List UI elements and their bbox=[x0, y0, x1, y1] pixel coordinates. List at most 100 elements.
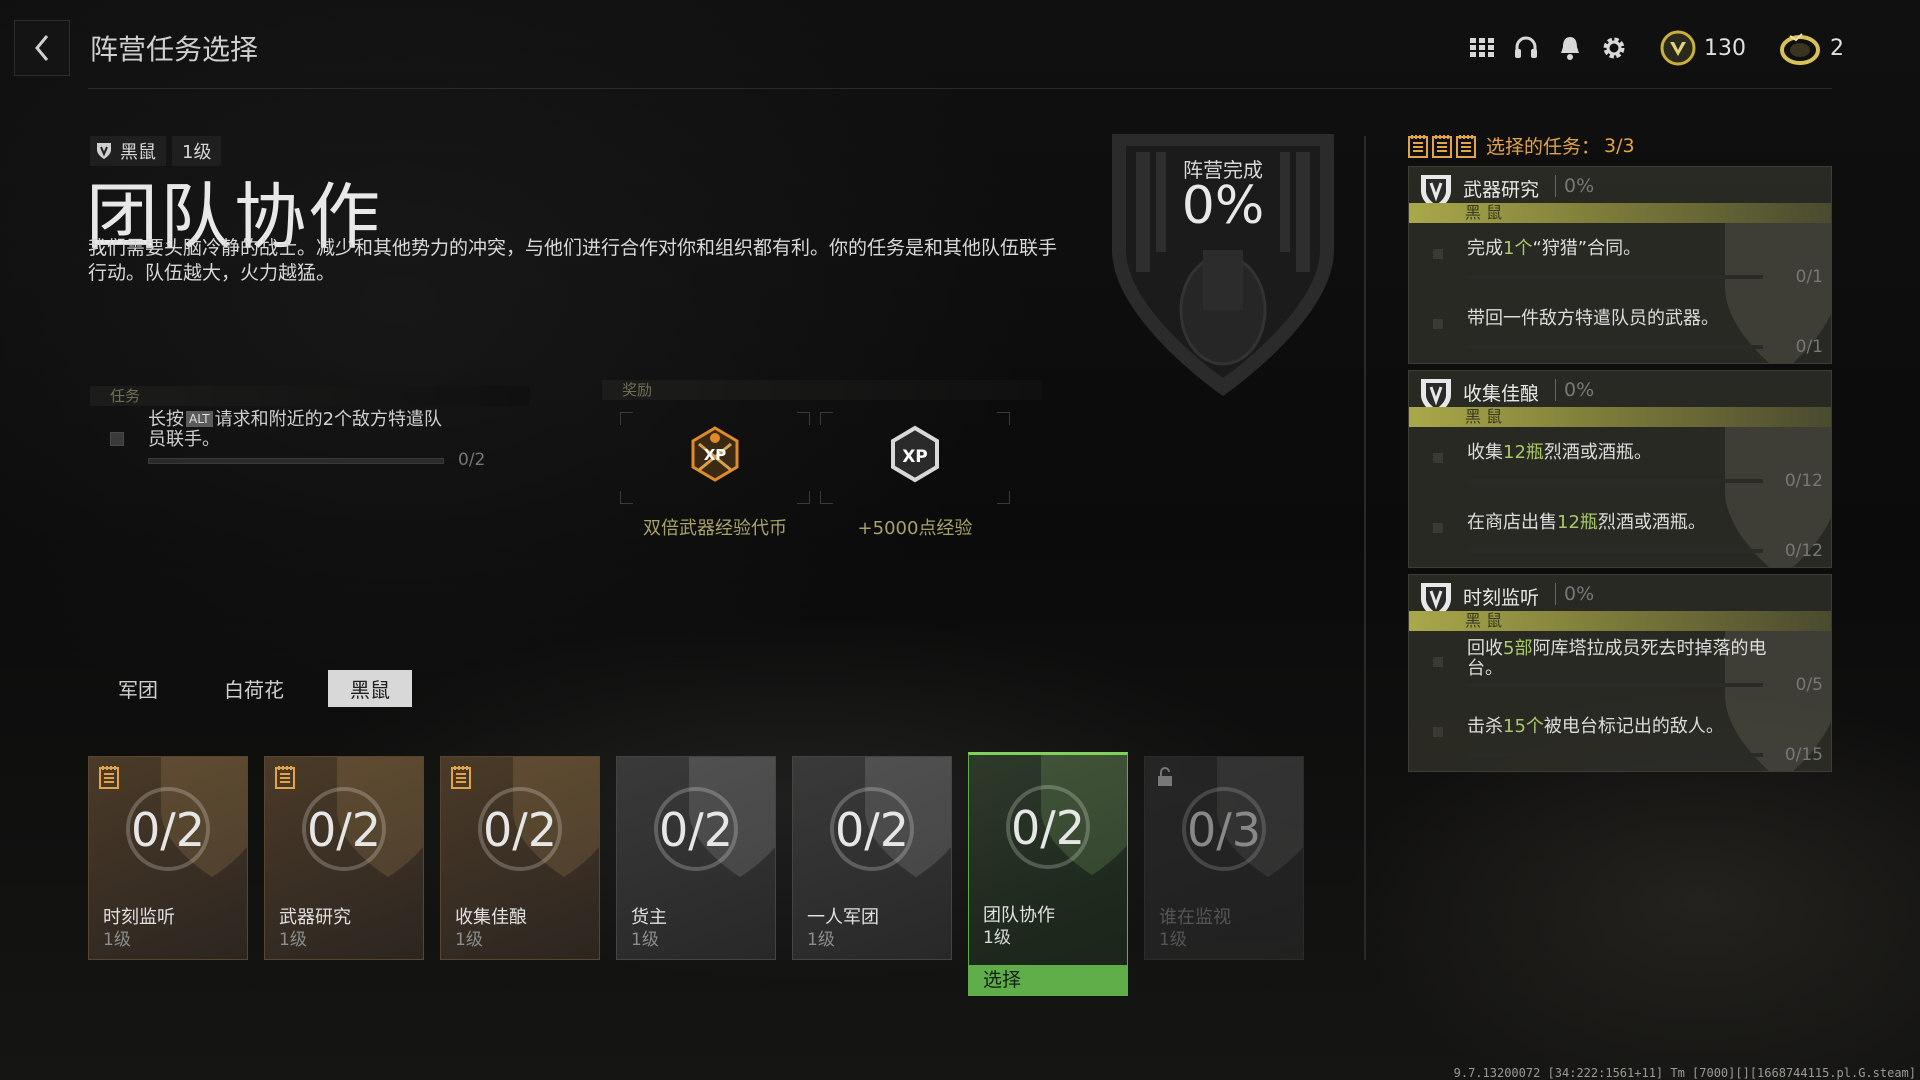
mission-card[interactable]: 0/2 一人军团 1级 bbox=[792, 756, 952, 960]
objective-highlight: 5部 bbox=[1503, 638, 1533, 659]
back-button[interactable] bbox=[14, 20, 70, 76]
selected-mission-head: 时刻监听 0% bbox=[1409, 575, 1831, 619]
rewards-section-label: 奖励 bbox=[602, 380, 1042, 400]
xp-hexagon-icon: XP bbox=[891, 425, 939, 483]
selected-mission-title: 收集佳酿 bbox=[1463, 383, 1540, 405]
mission-card-locked[interactable]: 0/3 谁在监视 1级 bbox=[1144, 756, 1304, 960]
note-badge-icon bbox=[451, 766, 471, 789]
selected-mission-pct: 0% bbox=[1555, 175, 1594, 197]
currency-points-value: 130 bbox=[1704, 35, 1746, 61]
gear-icon[interactable] bbox=[1600, 34, 1628, 62]
top-toolbar: 130 2 bbox=[1468, 30, 1844, 66]
card-progress: 0/2 bbox=[306, 803, 382, 857]
objective-progress-bar bbox=[1467, 345, 1763, 349]
objective-count: 0/1 bbox=[1795, 337, 1823, 357]
reward-label-xp: +5000点经验 bbox=[857, 518, 973, 539]
faction-bar-label: 黑 鼠 bbox=[1465, 407, 1503, 426]
objective-text-part: 被电台标记出的敌人。 bbox=[1543, 716, 1724, 737]
objective-row: 带回一件敌方特遣队员的武器。 0/1 bbox=[1409, 293, 1831, 363]
objective-highlight: 12瓶 bbox=[1557, 512, 1598, 533]
card-progress: 0/2 bbox=[834, 803, 910, 857]
objective-text-part: 在商店出售 bbox=[1467, 512, 1557, 533]
task-checkbox bbox=[110, 432, 124, 446]
currency-tokens-value: 2 bbox=[1830, 35, 1844, 61]
objective-text: 在商店出售12瓶烈酒或酒瓶。 bbox=[1467, 513, 1767, 533]
task-prefix: 长按 bbox=[148, 409, 184, 430]
selected-mission-head: 收集佳酿 0% bbox=[1409, 371, 1831, 415]
task-progress-bar bbox=[148, 458, 444, 464]
objective-text-part: 烈酒或酒瓶。 bbox=[1543, 442, 1652, 463]
reward-xp[interactable]: XP bbox=[820, 412, 1010, 504]
objective-row: 回收5部阿库塔拉成员死去时掉落的电台。 0/5 bbox=[1409, 631, 1831, 701]
faction-bar: 黑 鼠 bbox=[1409, 611, 1831, 631]
faction-bar: 黑 鼠 bbox=[1409, 203, 1831, 223]
selected-mission-card[interactable]: 收集佳酿 0% 黑 鼠 收集12瓶烈酒或酒瓶。 0/12 在商店出售12瓶烈酒或… bbox=[1408, 370, 1832, 568]
objective-progress-bar bbox=[1467, 683, 1763, 687]
tab-legion[interactable]: 军团 bbox=[96, 670, 180, 707]
objective-progress-bar bbox=[1467, 479, 1763, 483]
grid-menu-icon[interactable] bbox=[1468, 34, 1496, 62]
mission-card[interactable]: 0/2 货主 1级 bbox=[616, 756, 776, 960]
card-progress: 0/2 bbox=[130, 803, 206, 857]
reward-double-weapon-xp[interactable]: XP bbox=[620, 412, 810, 504]
objective-text: 回收5部阿库塔拉成员死去时掉落的电台。 bbox=[1467, 639, 1767, 679]
selected-mission-card[interactable]: 武器研究 0% 黑 鼠 完成1个“狩猎”合同。 0/1 带回一件敌方特遣队员的武… bbox=[1408, 166, 1832, 364]
objective-row: 收集12瓶烈酒或酒瓶。 0/12 bbox=[1409, 427, 1831, 497]
task-count: 0/2 bbox=[458, 450, 486, 470]
objective-row: 在商店出售12瓶烈酒或酒瓶。 0/12 bbox=[1409, 497, 1831, 567]
tab-black-mous[interactable]: 黑鼠 bbox=[328, 670, 412, 707]
mission-description: 我们需要头脑冷静的战士。减少和其他势力的冲突，与他们进行合作对你和组织都有利。你… bbox=[88, 237, 1058, 284]
objective-text: 完成1个“狩猎”合同。 bbox=[1467, 239, 1767, 259]
bell-icon[interactable] bbox=[1556, 34, 1584, 62]
selected-mission-head: 武器研究 0% bbox=[1409, 167, 1831, 211]
alt-key-hint: ALT bbox=[186, 411, 213, 427]
selected-missions-label: 选择的任务： bbox=[1486, 136, 1601, 158]
objective-highlight: 1个 bbox=[1503, 238, 1533, 259]
card-level: 1级 bbox=[983, 928, 1011, 948]
objective-highlight: 15个 bbox=[1503, 716, 1544, 737]
token-ring-icon bbox=[1780, 33, 1820, 65]
mission-card-selected[interactable]: 0/2 团队协作 1级 选择 bbox=[968, 752, 1128, 996]
selected-mission-card[interactable]: 时刻监听 0% 黑 鼠 回收5部阿库塔拉成员死去时掉落的电台。 0/5 击杀15… bbox=[1408, 574, 1832, 772]
vertical-divider bbox=[1364, 136, 1366, 960]
mission-card[interactable]: 0/2 收集佳酿 1级 bbox=[440, 756, 600, 960]
objective-text-part: 回收 bbox=[1467, 638, 1503, 659]
objective-text-part: 带回一件敌方特遣队员的武器。 bbox=[1467, 308, 1719, 329]
objective-text-part: 完成 bbox=[1467, 238, 1503, 259]
selected-missions-count: 3/3 bbox=[1604, 134, 1635, 157]
objective-count: 0/12 bbox=[1784, 541, 1823, 561]
currency-tokens[interactable]: 2 bbox=[1778, 30, 1844, 66]
selected-mission-title: 武器研究 bbox=[1463, 179, 1540, 201]
select-button[interactable]: 选择 bbox=[969, 965, 1127, 995]
note-icon bbox=[1456, 134, 1476, 158]
mission-card[interactable]: 0/2 武器研究 1级 bbox=[264, 756, 424, 960]
objective-text-part: “狩猎”合同。 bbox=[1532, 238, 1642, 259]
objective-text-part: 击杀 bbox=[1467, 716, 1503, 737]
note-icon bbox=[1432, 134, 1452, 158]
mission-card[interactable]: 0/2 时刻监听 1级 bbox=[88, 756, 248, 960]
emblem-coin-icon bbox=[1660, 30, 1696, 66]
objective-row: 完成1个“狩猎”合同。 0/1 bbox=[1409, 223, 1831, 293]
note-badge-icon bbox=[275, 766, 295, 789]
selected-missions-header: 选择的任务： 3/3 bbox=[1408, 132, 1635, 159]
double-weapon-xp-token-icon: XP bbox=[691, 426, 739, 482]
page-title: 阵营任务选择 bbox=[90, 33, 259, 66]
tab-white-lotus[interactable]: 白荷花 bbox=[202, 670, 306, 707]
faction-completion-value: 0% bbox=[1181, 176, 1265, 236]
objective-text: 带回一件敌方特遣队员的武器。 bbox=[1467, 309, 1767, 329]
svg-text:XP: XP bbox=[704, 446, 727, 464]
card-level: 1级 bbox=[631, 930, 659, 950]
selected-mission-title: 时刻监听 bbox=[1463, 587, 1540, 609]
objective-count: 0/15 bbox=[1784, 745, 1823, 765]
faction-bar-label: 黑 鼠 bbox=[1465, 611, 1503, 630]
note-badge-icon bbox=[99, 766, 119, 789]
headset-icon[interactable] bbox=[1512, 34, 1540, 62]
faction-bar: 黑 鼠 bbox=[1409, 407, 1831, 427]
objective-checkbox bbox=[1433, 249, 1443, 259]
selected-mission-pct: 0% bbox=[1555, 583, 1594, 605]
currency-points[interactable]: 130 bbox=[1660, 30, 1746, 66]
objective-text-part: 烈酒或酒瓶。 bbox=[1597, 512, 1706, 533]
card-level: 1级 bbox=[455, 930, 483, 950]
card-level: 1级 bbox=[279, 930, 307, 950]
card-progress: 0/3 bbox=[1186, 803, 1262, 857]
